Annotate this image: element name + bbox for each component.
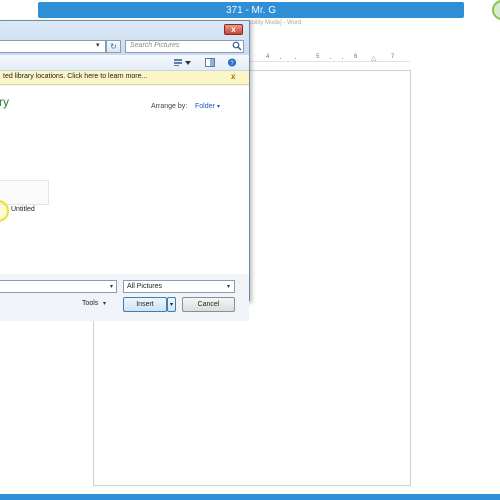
ruler-tick-5: 5 bbox=[316, 54, 320, 60]
taskbar-strip bbox=[0, 494, 500, 500]
word-window-caption: ibility Mode] - Word bbox=[250, 20, 302, 26]
view-dropdown-icon[interactable] bbox=[185, 58, 191, 67]
address-bar[interactable] bbox=[0, 40, 106, 53]
tools-chevron-icon[interactable]: ▾ bbox=[103, 300, 106, 307]
file-item-label[interactable]: Untitled bbox=[11, 206, 35, 213]
ruler-dot bbox=[295, 58, 296, 59]
file-name-input[interactable]: ▾ bbox=[0, 280, 117, 293]
recording-title: 371 - Mr. G bbox=[225, 4, 276, 16]
tools-menu[interactable]: Tools bbox=[82, 300, 98, 307]
svg-text:?: ? bbox=[230, 60, 234, 67]
ruler-dot bbox=[330, 58, 331, 59]
file-type-value: All Pictures bbox=[127, 283, 163, 290]
file-type-chevron-icon: ▾ bbox=[227, 284, 231, 290]
refresh-button[interactable]: ↻ bbox=[106, 40, 121, 53]
arrange-by-chevron-icon[interactable]: ▾ bbox=[217, 103, 220, 110]
file-list-pane: ry Arrange by: Folder ▾ Untitled bbox=[0, 86, 249, 274]
ruler-dot bbox=[280, 58, 281, 59]
view-options-icon[interactable] bbox=[173, 58, 183, 67]
search-icon[interactable] bbox=[232, 41, 242, 51]
ruler-dot bbox=[342, 58, 343, 59]
search-placeholder: Search Pictures bbox=[130, 42, 180, 49]
recorder-badge-icon bbox=[492, 0, 500, 20]
file-name-dropdown-icon[interactable]: ▾ bbox=[110, 283, 113, 290]
help-icon[interactable]: ? bbox=[227, 58, 237, 67]
info-bar[interactable]: ted library locations. Click here to lea… bbox=[0, 71, 249, 85]
insert-dropdown-button[interactable]: ▾ bbox=[167, 297, 176, 312]
recording-title-bar: 371 - Mr. G bbox=[38, 2, 464, 18]
insert-button[interactable]: Insert bbox=[123, 297, 167, 312]
close-button[interactable]: x bbox=[224, 24, 243, 35]
address-dropdown-icon[interactable]: ▾ bbox=[96, 41, 100, 49]
info-bar-text: ted library locations. Click here to lea… bbox=[3, 73, 148, 80]
dialog-title-area: x ▾ ↻ Search Pictures bbox=[0, 21, 249, 55]
preview-pane-icon[interactable] bbox=[205, 58, 215, 67]
file-type-select[interactable]: All Pictures ▾ bbox=[123, 280, 235, 293]
cancel-button[interactable]: Cancel bbox=[182, 297, 235, 312]
file-thumbnail[interactable] bbox=[0, 180, 49, 205]
arrange-by-dropdown[interactable]: Folder bbox=[195, 103, 215, 110]
dialog-toolbar: ? bbox=[0, 55, 249, 71]
ruler-tick-6: 6 bbox=[354, 54, 358, 60]
arrange-by-label: Arrange by: bbox=[151, 103, 188, 110]
ruler-tick-7: 7 bbox=[391, 54, 395, 60]
info-bar-close-icon[interactable]: x bbox=[231, 72, 235, 81]
insert-picture-dialog: x ▾ ↻ Search Pictures ? ted library loca… bbox=[0, 20, 250, 321]
dialog-footer: ▾ All Pictures ▾ Tools ▾ Insert ▾ Cancel bbox=[0, 275, 249, 321]
ruler-tick-4: 4 bbox=[266, 54, 270, 60]
horizontal-ruler: 4 5 6 △ 7 bbox=[250, 54, 410, 62]
library-title: ry bbox=[0, 95, 9, 109]
search-input[interactable]: Search Pictures bbox=[125, 40, 244, 53]
indent-marker-icon[interactable]: △ bbox=[371, 54, 376, 62]
